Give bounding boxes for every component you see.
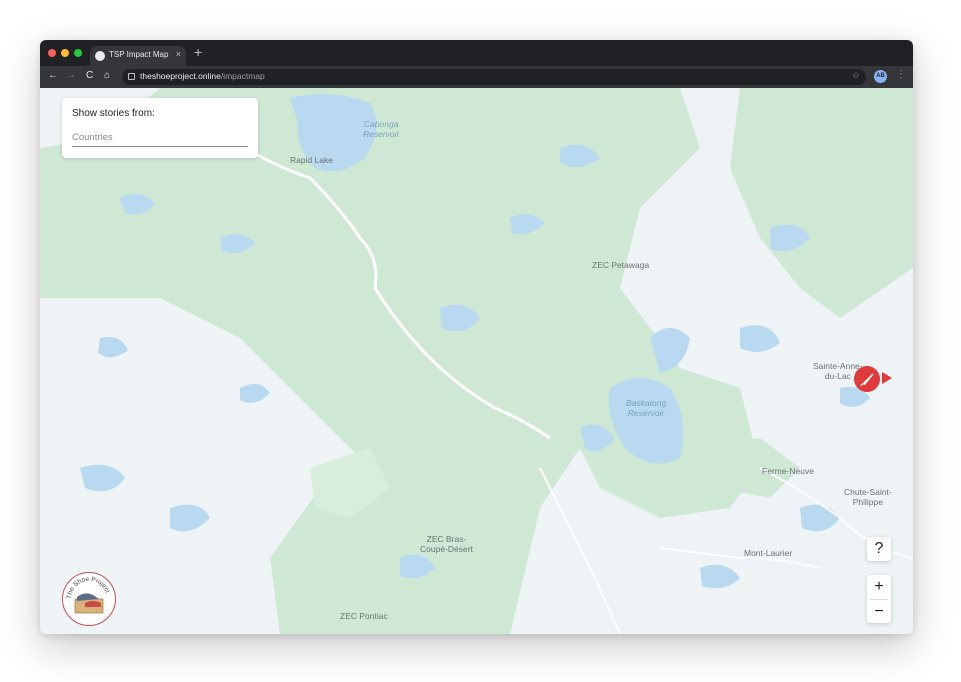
place-label-mont-laurier: Mont-Laurier (744, 548, 793, 558)
forest-area (40, 88, 760, 634)
url-domain: theshoeproject.online (140, 71, 221, 81)
reload-button[interactable]: C (86, 70, 93, 82)
local-road (659, 547, 821, 569)
zoom-in-button[interactable]: + (867, 575, 891, 599)
url-text[interactable]: theshoeproject.online/impactmap (140, 71, 265, 81)
new-tab-button[interactable]: + (194, 45, 202, 59)
minimize-window-button[interactable] (61, 49, 69, 57)
place-label-ferme-neuve: Ferme-Neuve (762, 466, 814, 476)
close-window-button[interactable] (48, 49, 56, 57)
tab-close-button[interactable]: × (176, 49, 181, 59)
forward-button[interactable]: → (66, 70, 76, 82)
zoom-controls: + − (867, 575, 891, 623)
place-label-chute-saint-philippe: Chute-Saint- Philippe (844, 487, 892, 507)
water-label-baskatong: Baskatong Reservoir (626, 398, 667, 418)
impact-map[interactable]: Rapid Lake Cabonga Reservoir ZEC Petawag… (40, 88, 913, 634)
bookmark-star-icon[interactable]: ☆ (852, 70, 860, 81)
place-label-zec-bras-coupe-desert: ZEC Bras- Coupé-Désert (420, 534, 473, 554)
browser-toolbar: ← → C ⌂ theshoeproject.online/impactmap … (40, 66, 913, 88)
browser-window: TSP Impact Map × + ← → C ⌂ theshoeprojec… (40, 40, 913, 634)
marker-pointer-icon (882, 372, 892, 384)
shoe-logo-icon: The Shoe Project (66, 576, 111, 614)
story-filter-panel: Show stories from: (62, 98, 258, 158)
place-label-zec-pontiac: ZEC Pontiac (340, 611, 388, 621)
lock-icon (128, 73, 135, 80)
home-button[interactable]: ⌂ (104, 70, 110, 82)
zoom-out-button[interactable]: − (867, 600, 891, 624)
local-road (539, 467, 621, 634)
address-bar[interactable]: theshoeproject.online/impactmap ☆ (122, 69, 866, 85)
story-marker[interactable] (854, 366, 880, 392)
maximize-window-button[interactable] (74, 49, 82, 57)
countries-select[interactable] (72, 128, 248, 147)
browser-menu-icon[interactable]: ⋮ (896, 69, 906, 80)
profile-avatar[interactable]: AB (874, 70, 887, 83)
back-button[interactable]: ← (48, 70, 58, 82)
place-label-rapid-lake: Rapid Lake (290, 155, 334, 165)
tab-title: TSP Impact Map (109, 50, 169, 59)
help-button[interactable]: ? (867, 537, 891, 561)
water-label-cabonga: Cabonga Reservoir (363, 119, 400, 139)
browser-titlebar: TSP Impact Map × + (40, 40, 913, 66)
url-path: /impactmap (220, 71, 265, 81)
filter-title: Show stories from: (72, 108, 155, 119)
favicon-icon (95, 51, 105, 61)
place-label-zec-petawaga: ZEC Petawaga (592, 260, 650, 270)
feather-pen-icon (860, 373, 874, 387)
shoe-project-logo[interactable]: The Shoe Project (62, 572, 116, 626)
window-controls (48, 49, 82, 57)
browser-tab[interactable]: TSP Impact Map × (90, 46, 186, 66)
forest-area (730, 88, 913, 318)
